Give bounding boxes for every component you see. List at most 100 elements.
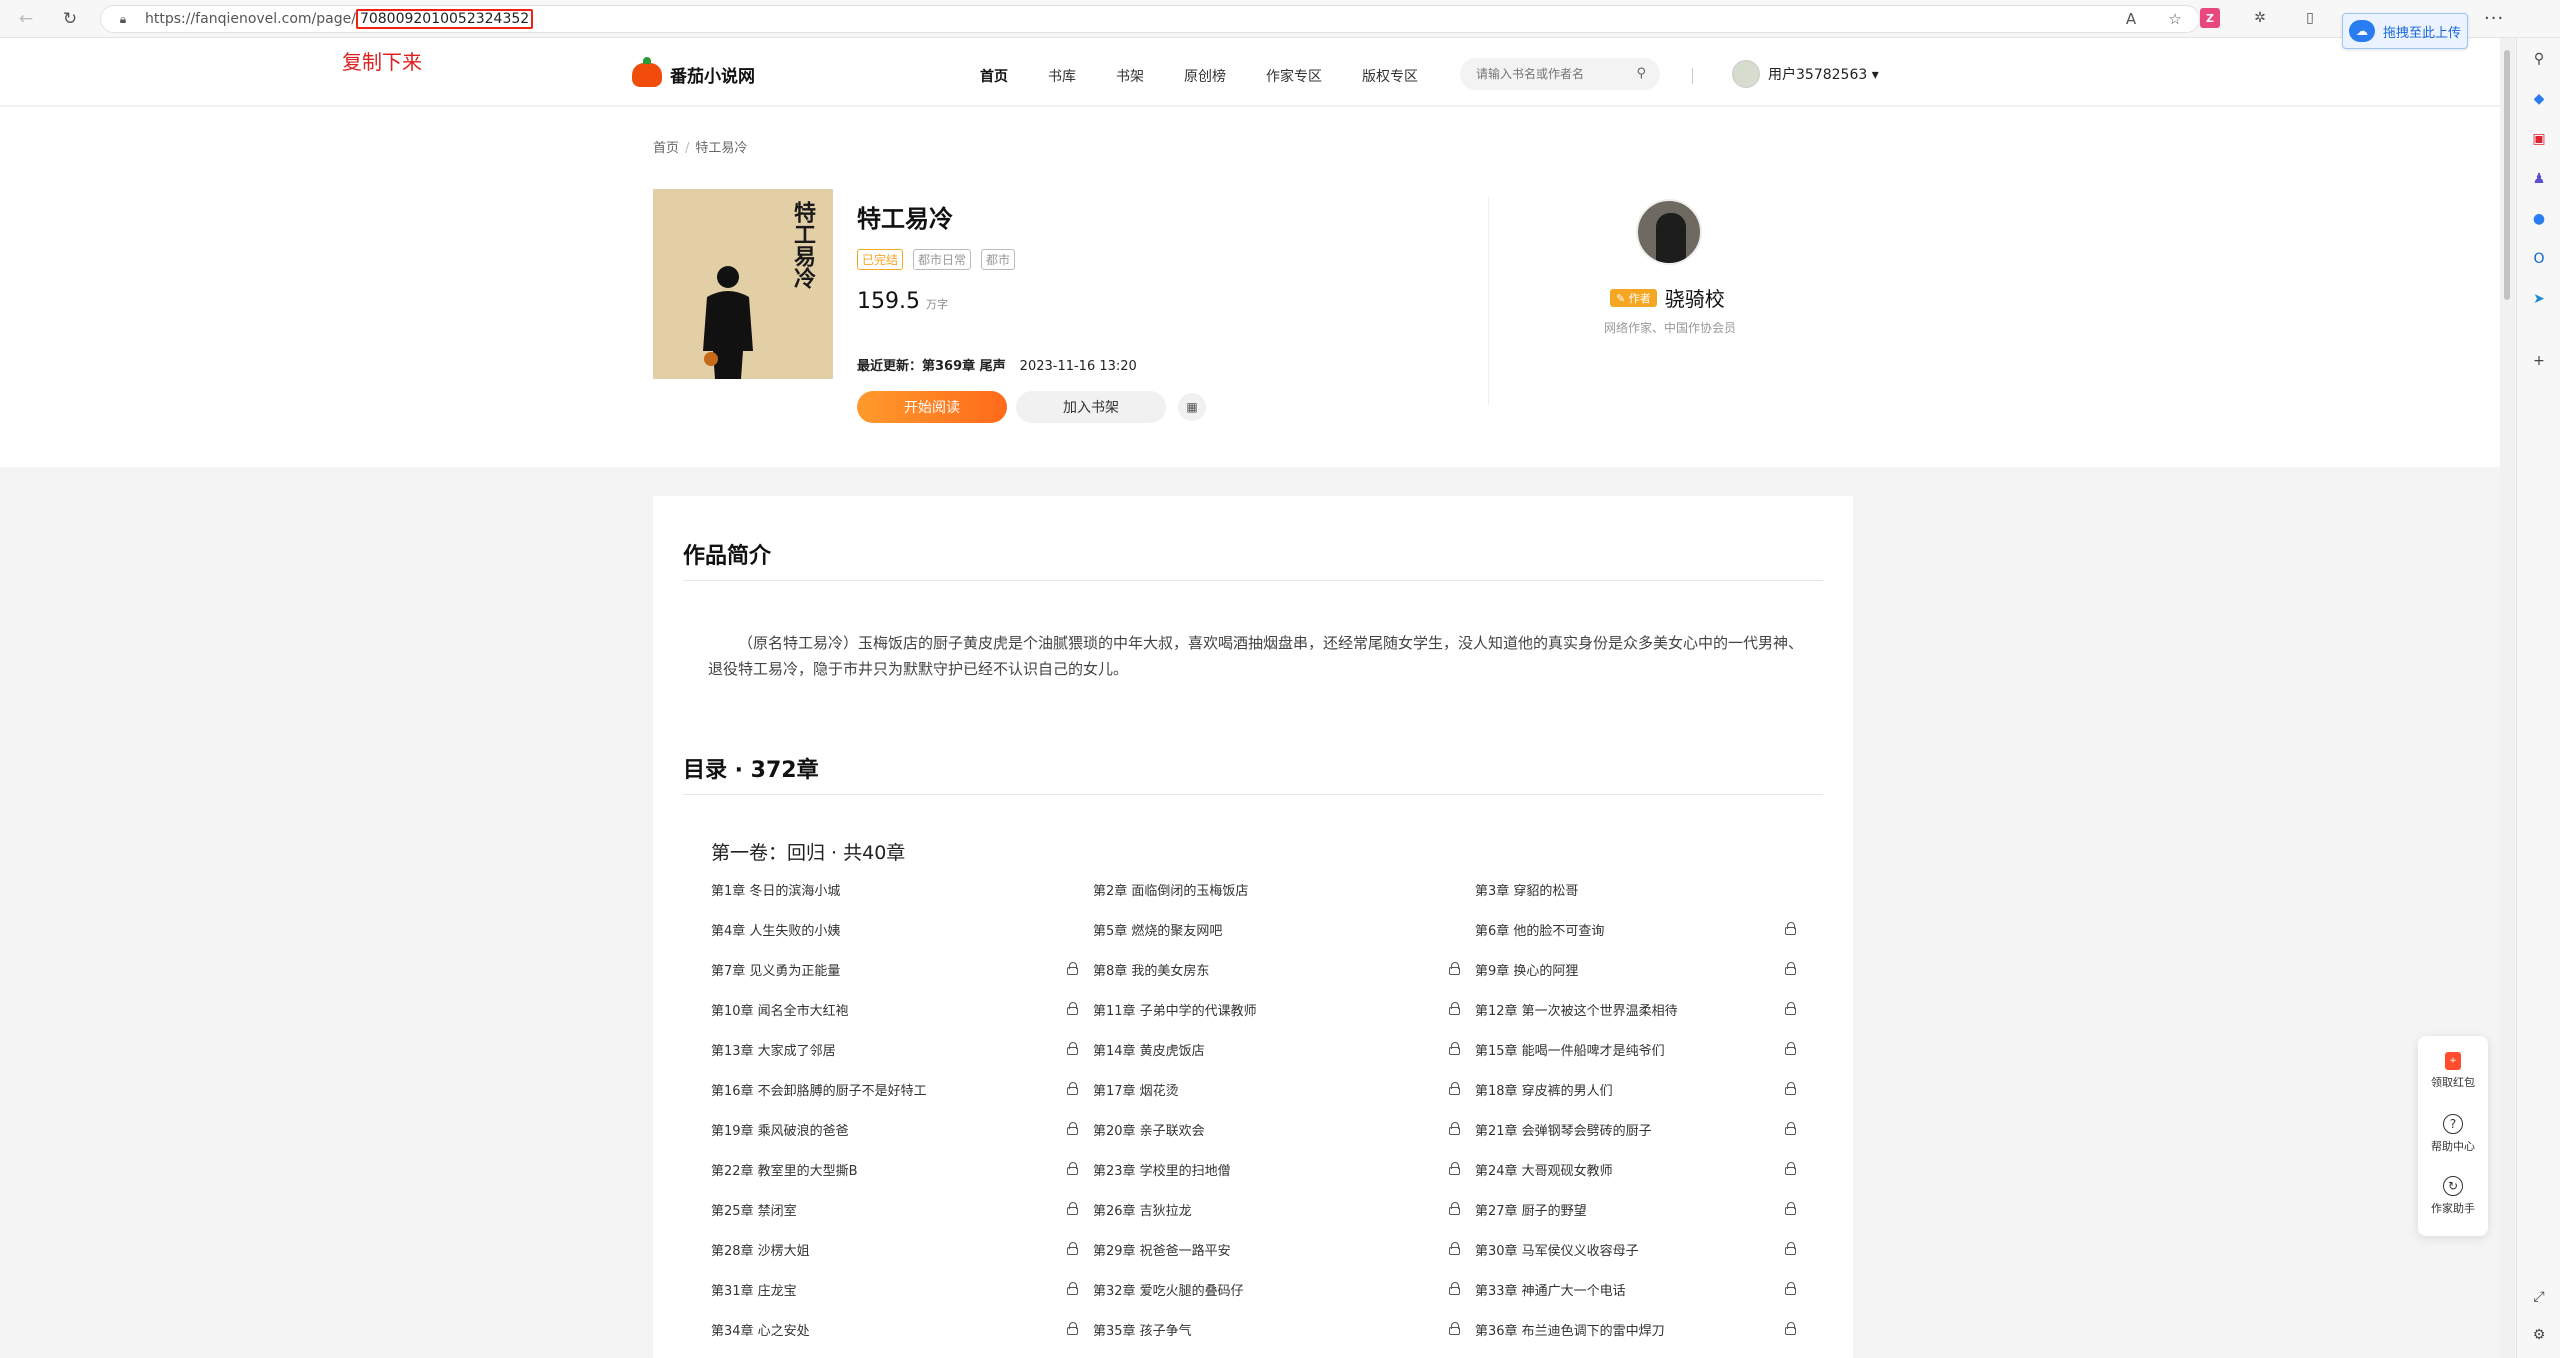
genre-tag[interactable]: 都市日常 bbox=[913, 249, 972, 270]
nav-author-zone[interactable]: 作家专区 bbox=[1266, 66, 1322, 86]
chapter-item[interactable]: 第11章 子弟中学的代课教师 bbox=[1093, 1000, 1475, 1040]
chapter-item[interactable]: 第19章 乘风破浪的爸爸 bbox=[711, 1120, 1093, 1160]
lock-icon bbox=[1449, 1162, 1461, 1175]
chapter-item[interactable]: 第1章 冬日的滨海小城 bbox=[711, 880, 1093, 920]
outlook-icon[interactable]: O bbox=[2528, 248, 2550, 270]
nav-ranking[interactable]: 原创榜 bbox=[1184, 66, 1226, 86]
nav-bookshelf[interactable]: 书架 bbox=[1116, 66, 1144, 86]
author-avatar[interactable] bbox=[1636, 199, 1702, 265]
chapter-item[interactable]: 第13章 大家成了邻居 bbox=[711, 1040, 1093, 1080]
send-icon[interactable]: ➤ bbox=[2528, 288, 2550, 310]
chapter-item[interactable]: 第4章 人生失败的小姨 bbox=[711, 920, 1093, 960]
user-menu[interactable]: 用户35782563 ▾ bbox=[1732, 60, 1879, 88]
upload-button[interactable]: ☁ 拖拽至此上传 bbox=[2342, 13, 2468, 49]
chapter-item[interactable]: 第3章 穿貂的松哥 bbox=[1475, 880, 1811, 920]
chapter-item[interactable]: 第15章 能喝一件船啤才是纯爷们 bbox=[1475, 1040, 1811, 1080]
breadcrumb-current: 特工易冷 bbox=[695, 141, 748, 156]
chapter-item[interactable]: 第16章 不会卸胳膊的厨子不是好特工 bbox=[711, 1080, 1093, 1120]
read-aloud-icon[interactable]: A bbox=[2121, 9, 2141, 29]
chapter-item[interactable]: 第24章 大哥观砚女教师 bbox=[1475, 1160, 1811, 1200]
author-assistant-label: 作家助手 bbox=[2431, 1202, 2475, 1215]
chapter-item[interactable]: 第10章 闻名全市大红袍 bbox=[711, 1000, 1093, 1040]
chapter-item[interactable]: 第23章 学校里的扫地僧 bbox=[1093, 1160, 1475, 1200]
red-packet-button[interactable]: + 领取红包 bbox=[2418, 1052, 2488, 1090]
address-bar[interactable]: 🔒︎ https://fanqienovel.com/page/70800920… bbox=[100, 5, 2200, 33]
chapter-title: 第8章 我的美女房东 bbox=[1093, 964, 1210, 979]
chapter-item[interactable]: 第30章 马军侯仪义收容母子 bbox=[1475, 1240, 1811, 1280]
chapter-item[interactable]: 第25章 禁闭室 bbox=[711, 1200, 1093, 1240]
back-icon[interactable]: ← bbox=[14, 7, 38, 31]
chapter-item[interactable]: 第21章 会弹钢琴会劈砖的厨子 bbox=[1475, 1120, 1811, 1160]
chapter-item[interactable]: 第22章 教室里的大型撕B bbox=[711, 1160, 1093, 1200]
word-count: 159.5 万字 bbox=[857, 289, 948, 314]
nav-library[interactable]: 书库 bbox=[1048, 66, 1076, 86]
extension-puzzle-icon[interactable]: ✲ bbox=[2250, 8, 2270, 28]
add-icon[interactable]: + bbox=[2528, 350, 2550, 372]
chapter-item[interactable]: 第2章 面临倒闭的玉梅饭店 bbox=[1093, 880, 1475, 920]
search-icon[interactable]: ⚲ bbox=[2528, 48, 2550, 70]
chapter-title: 第5章 燃烧的聚友网吧 bbox=[1093, 924, 1223, 939]
chapter-item[interactable]: 第26章 吉狄拉龙 bbox=[1093, 1200, 1475, 1240]
add-to-shelf-button[interactable]: 加入书架 bbox=[1016, 391, 1166, 423]
page-scrollbar[interactable] bbox=[2500, 38, 2514, 1358]
split-screen-icon[interactable]: ▯ bbox=[2300, 8, 2320, 28]
expand-icon[interactable]: ⤢ bbox=[2528, 1286, 2550, 1308]
chapter-item[interactable]: 第35章 孩子争气 bbox=[1093, 1320, 1475, 1358]
chapter-item[interactable]: 第7章 见义勇为正能量 bbox=[711, 960, 1093, 1000]
author-description: 网络作家、中国作协会员 bbox=[1604, 321, 1737, 335]
start-reading-button[interactable]: 开始阅读 bbox=[857, 391, 1007, 423]
chapter-item[interactable]: 第27章 厨子的野望 bbox=[1475, 1200, 1811, 1240]
chapter-title: 第16章 不会卸胳膊的厨子不是好特工 bbox=[711, 1084, 927, 1099]
lock-icon bbox=[1067, 1322, 1079, 1335]
nav-copyright-zone[interactable]: 版权专区 bbox=[1362, 66, 1418, 86]
chapter-item[interactable]: 第5章 燃烧的聚友网吧 bbox=[1093, 920, 1475, 960]
book-detail-card: 作品简介 （原名特工易冷）玉梅饭店的厨子黄皮虎是个油腻猥琐的中年大叔，喜欢喝酒抽… bbox=[653, 496, 1853, 1358]
chapter-item[interactable]: 第6章 他的脸不可查询 bbox=[1475, 920, 1811, 960]
chapter-item[interactable]: 第33章 神通广大一个电话 bbox=[1475, 1280, 1811, 1320]
site-logo[interactable]: 番茄小说网 bbox=[632, 56, 755, 87]
chapter-item[interactable]: 第8章 我的美女房东 bbox=[1093, 960, 1475, 1000]
favorite-star-icon[interactable]: ☆ bbox=[2165, 9, 2185, 29]
chapter-item[interactable]: 第36章 布兰迪色调下的雷中焊刀 bbox=[1475, 1320, 1811, 1358]
chapter-title: 第31章 庄龙宝 bbox=[711, 1284, 797, 1299]
toolbox-icon[interactable]: ▣ bbox=[2528, 128, 2550, 150]
chapter-item[interactable]: 第31章 庄龙宝 bbox=[711, 1280, 1093, 1320]
games-icon[interactable]: ♟ bbox=[2528, 168, 2550, 190]
chapter-item[interactable]: 第12章 第一次被这个世界温柔相待 bbox=[1475, 1000, 1811, 1040]
qr-code-icon[interactable]: ▦ bbox=[1178, 393, 1206, 421]
extension-pink-icon[interactable]: Z bbox=[2200, 8, 2220, 28]
author-info: ✎ 作者 骁骑校 bbox=[1610, 283, 1725, 312]
chapter-title: 第26章 吉狄拉龙 bbox=[1093, 1204, 1192, 1219]
nav-home[interactable]: 首页 bbox=[980, 66, 1008, 86]
chapter-title: 第34章 心之安处 bbox=[711, 1324, 810, 1339]
chapter-item[interactable]: 第28章 沙楞大姐 bbox=[711, 1240, 1093, 1280]
chapter-item[interactable]: 第14章 黄皮虎饭店 bbox=[1093, 1040, 1475, 1080]
tag-icon[interactable]: ◆ bbox=[2528, 88, 2550, 110]
scrollbar-thumb[interactable] bbox=[2504, 50, 2510, 300]
search-icon[interactable]: ⚲ bbox=[1636, 66, 1646, 81]
author-assistant-button[interactable]: ↻ 作家助手 bbox=[2418, 1176, 2488, 1216]
chapter-item[interactable]: 第34章 心之安处 bbox=[711, 1320, 1093, 1358]
user-name: 用户35782563 ▾ bbox=[1768, 67, 1879, 83]
help-center-button[interactable]: ? 帮助中心 bbox=[2418, 1114, 2488, 1154]
book-cover[interactable]: 特工易冷 bbox=[653, 189, 833, 419]
lock-icon bbox=[1067, 1002, 1079, 1015]
chapter-item[interactable]: 第29章 祝爸爸一路平安 bbox=[1093, 1240, 1475, 1280]
breadcrumb-home[interactable]: 首页 bbox=[653, 141, 679, 156]
author-badge: ✎ 作者 bbox=[1610, 288, 1657, 307]
chapter-item[interactable]: 第17章 烟花烫 bbox=[1093, 1080, 1475, 1120]
chapter-item[interactable]: 第18章 穿皮裤的男人们 bbox=[1475, 1080, 1811, 1120]
author-name[interactable]: 骁骑校 bbox=[1665, 283, 1725, 312]
genre-tag[interactable]: 都市 bbox=[981, 249, 1016, 270]
lock-icon bbox=[1449, 1282, 1461, 1295]
settings-gear-icon[interactable]: ⚙ bbox=[2528, 1324, 2550, 1346]
copilot-icon[interactable]: ● bbox=[2528, 208, 2550, 230]
chapter-item[interactable]: 第9章 换心的阿狸 bbox=[1475, 960, 1811, 1000]
search-input[interactable] bbox=[1476, 67, 1626, 81]
refresh-icon[interactable]: ↻ bbox=[58, 7, 82, 31]
chapter-item[interactable]: 第32章 爱吃火腿的叠码仔 bbox=[1093, 1280, 1475, 1320]
chapter-item[interactable]: 第20章 亲子联欢会 bbox=[1093, 1120, 1475, 1160]
url-base: https://fanqienovel.com/page/ bbox=[145, 11, 356, 27]
more-menu-icon[interactable]: ··· bbox=[2484, 8, 2504, 29]
latest-chapter[interactable]: 最近更新：第369章 尾声 bbox=[857, 359, 1006, 374]
